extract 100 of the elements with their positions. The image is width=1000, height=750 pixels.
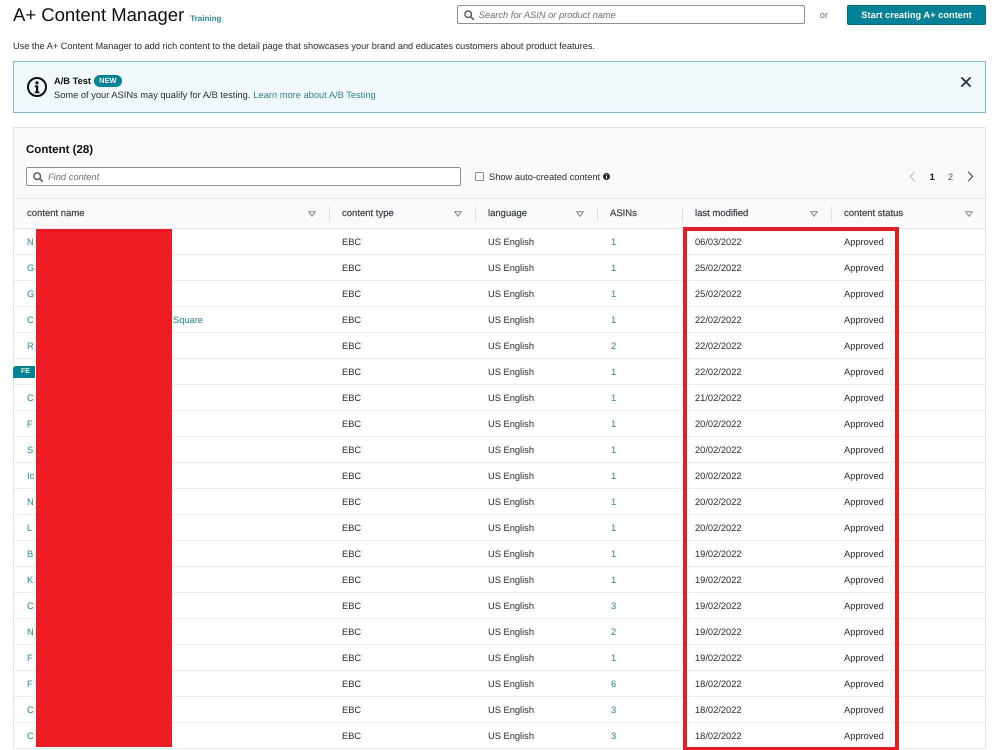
content-type-text: EBC: [342, 704, 362, 714]
status-text: Approved: [844, 704, 884, 714]
caret-down-icon[interactable]: [965, 210, 973, 216]
content-title: Content (28): [26, 143, 94, 157]
language-text: US English: [488, 470, 534, 480]
content-name-link[interactable]: N: [27, 496, 34, 506]
status-text: Approved: [844, 522, 884, 532]
language-text: US English: [488, 626, 534, 636]
page-button[interactable]: 2: [948, 172, 953, 182]
info-icon: [27, 77, 47, 97]
status-text: Approved: [844, 730, 884, 740]
close-button[interactable]: [961, 77, 971, 87]
content-name-link[interactable]: K: [27, 574, 34, 584]
content-type-text: EBC: [342, 496, 362, 506]
language-text: US English: [488, 730, 534, 740]
asin-count-link[interactable]: 1: [611, 652, 616, 662]
asin-count-link[interactable]: 1: [611, 444, 616, 454]
column-header: ASINs: [610, 208, 637, 219]
status-text: Approved: [844, 340, 884, 350]
asin-count-link[interactable]: 1: [611, 314, 616, 324]
status-text: Approved: [844, 600, 884, 610]
content-name-link[interactable]: C: [27, 730, 34, 740]
status-text: Approved: [844, 392, 884, 402]
find-content-field[interactable]: Find content: [26, 167, 461, 186]
content-name-link[interactable]: F: [27, 678, 33, 688]
content-name-link[interactable]: N: [27, 626, 34, 636]
content-type-text: EBC: [342, 392, 362, 402]
asin-count-link[interactable]: 1: [611, 366, 616, 376]
content-type-text: EBC: [342, 730, 362, 740]
next-page-button[interactable]: [967, 171, 974, 182]
search-field[interactable]: Search for ASIN or product name: [456, 5, 805, 24]
language-text: US English: [488, 314, 534, 324]
content-name-link[interactable]: C: [27, 314, 34, 324]
asin-count-link[interactable]: 2: [611, 340, 616, 350]
last-modified-date: 19/02/2022: [695, 600, 742, 610]
caret-down-icon[interactable]: [454, 210, 462, 216]
content-name-link[interactable]: N: [27, 236, 34, 246]
asin-count-link[interactable]: 1: [611, 574, 616, 584]
content-name-link[interactable]: Ic: [27, 470, 34, 480]
content-name-link[interactable]: C: [27, 704, 34, 714]
page-button[interactable]: 1: [930, 172, 935, 182]
last-modified-date: 19/02/2022: [695, 548, 742, 558]
content-type-text: EBC: [342, 470, 362, 480]
content-type-text: EBC: [342, 340, 362, 350]
status-text: Approved: [844, 366, 884, 376]
status-text: Approved: [844, 574, 884, 584]
asin-count-link[interactable]: 1: [611, 470, 616, 480]
last-modified-date: 22/02/2022: [695, 366, 742, 376]
caret-down-icon[interactable]: [810, 210, 818, 216]
asin-count-link[interactable]: 2: [611, 626, 616, 636]
content-type-text: EBC: [342, 626, 362, 636]
asin-count-link[interactable]: 3: [611, 600, 616, 610]
content-name-link[interactable]: R: [27, 340, 34, 350]
content-name-link[interactable]: S: [27, 444, 34, 454]
auto-created-checkbox[interactable]: [475, 172, 484, 181]
last-modified-date: 19/02/2022: [695, 574, 742, 584]
content-name-link[interactable]: F: [27, 418, 33, 428]
training-link[interactable]: Training: [190, 14, 222, 22]
asin-count-link[interactable]: 1: [611, 392, 616, 402]
asin-count-link[interactable]: 1: [611, 548, 616, 558]
caret-down-icon[interactable]: [576, 210, 584, 216]
close-icon: [961, 77, 971, 87]
content-type-text: EBC: [342, 652, 362, 662]
last-modified-date: 20/02/2022: [695, 496, 742, 506]
caret-down-icon[interactable]: [308, 210, 316, 216]
content-type-text: EBC: [342, 236, 362, 246]
last-modified-date: 25/02/2022: [695, 262, 742, 272]
column-header: content type: [342, 208, 394, 219]
asin-count-link[interactable]: 1: [611, 418, 616, 428]
learn-more-link[interactable]: Learn more about A/B Testing: [253, 90, 376, 100]
asin-count-link[interactable]: 3: [611, 730, 616, 740]
create-content-button[interactable]: Start creating A+ content: [847, 4, 986, 24]
content-name-link[interactable]: G: [27, 262, 34, 272]
language-text: US English: [488, 548, 534, 558]
last-modified-date: 06/03/2022: [695, 236, 742, 246]
status-text: Approved: [844, 626, 884, 636]
content-name-link[interactable]: F: [27, 652, 33, 662]
content-type-text: EBC: [342, 444, 362, 454]
content-type-text: EBC: [342, 262, 362, 272]
status-text: Approved: [844, 678, 884, 688]
asin-count-link[interactable]: 1: [611, 522, 616, 532]
status-text: Approved: [844, 548, 884, 558]
asin-count-link[interactable]: 1: [611, 496, 616, 506]
last-modified-date: 25/02/2022: [695, 288, 742, 298]
content-type-text: EBC: [342, 678, 362, 688]
asin-count-link[interactable]: 3: [611, 704, 616, 714]
status-text: Approved: [844, 418, 884, 428]
content-name-link[interactable]: L: [27, 522, 32, 532]
asin-count-link[interactable]: 6: [611, 678, 616, 688]
asin-count-link[interactable]: 1: [611, 288, 616, 298]
status-text: Approved: [844, 652, 884, 662]
content-name-link[interactable]: C: [27, 600, 34, 610]
content-name-link[interactable]: G: [27, 288, 34, 298]
content-name-link[interactable]: B: [27, 548, 34, 558]
content-type-text: EBC: [342, 366, 362, 376]
status-text: Approved: [844, 496, 884, 506]
content-name-link[interactable]: Square: [173, 314, 203, 324]
asin-count-link[interactable]: 1: [611, 236, 616, 246]
asin-count-link[interactable]: 1: [611, 262, 616, 272]
content-name-link[interactable]: C: [27, 392, 34, 402]
